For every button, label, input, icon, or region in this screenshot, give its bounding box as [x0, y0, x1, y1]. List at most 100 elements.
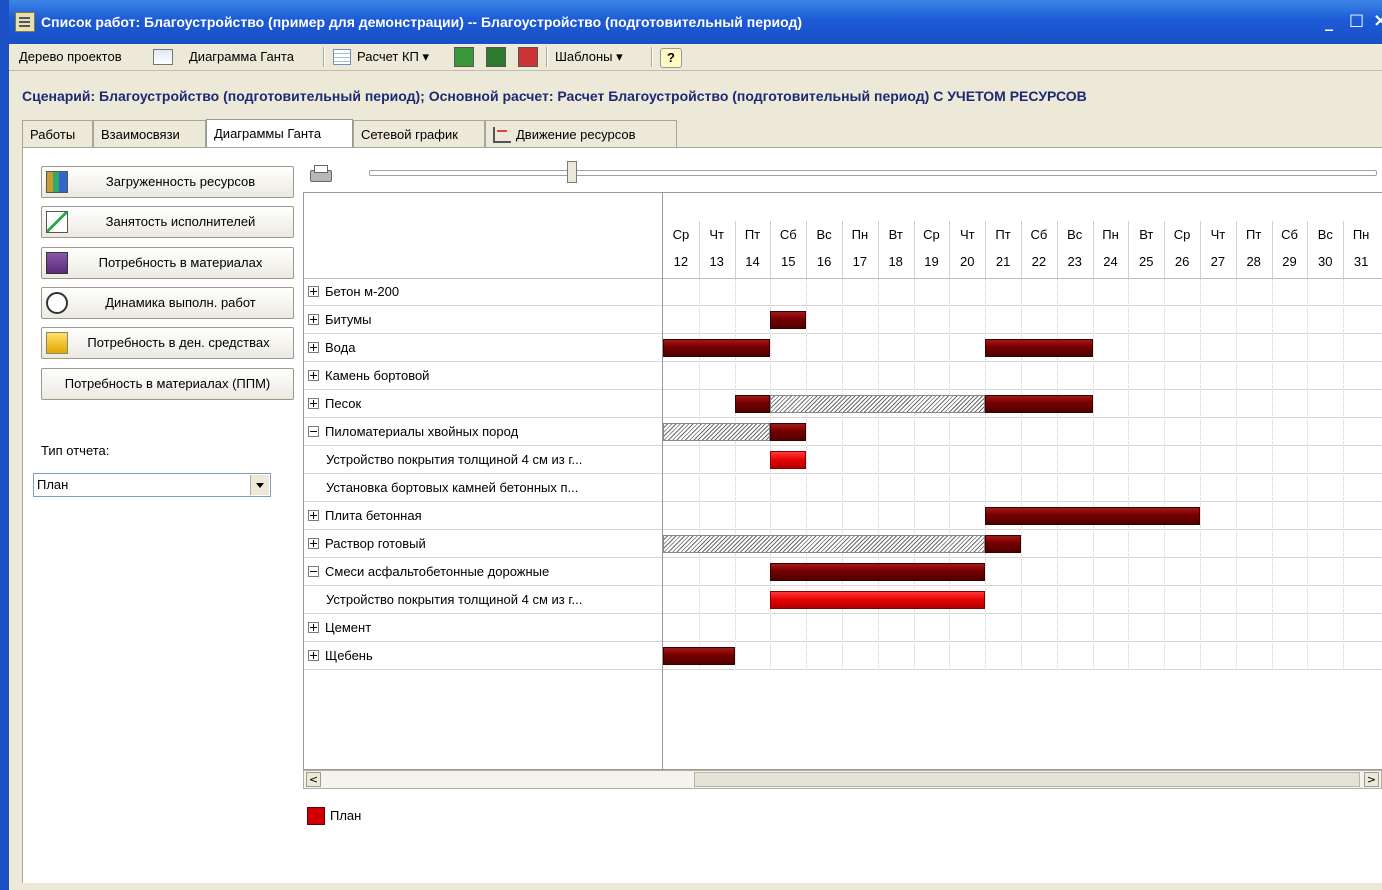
- gauge-icon: [46, 292, 68, 314]
- work-dynamics-button[interactable]: Динамика выполн. работ: [41, 287, 294, 319]
- expand-icon[interactable]: [308, 314, 319, 325]
- expand-icon[interactable]: [308, 342, 319, 353]
- chevron-down-icon[interactable]: [250, 475, 269, 495]
- resource-row-label[interactable]: Смеси асфальтобетонные дорожные: [308, 558, 549, 586]
- gantt-bar-plan[interactable]: [770, 563, 986, 581]
- export-excel-icon[interactable]: [454, 47, 474, 67]
- resource-row-label[interactable]: Пиломатериалы хвойных пород: [308, 418, 518, 446]
- day-of-week-label: Сб: [1281, 227, 1298, 242]
- resource-load-button[interactable]: Загруженность ресурсов: [41, 166, 294, 198]
- grid-day-line: [1164, 278, 1166, 670]
- templates-menu[interactable]: Шаблоны ▾: [555, 47, 623, 67]
- resource-row-label[interactable]: Щебень: [308, 642, 373, 670]
- calc-button[interactable]: Расчет КП ▾: [357, 47, 429, 67]
- collapse-icon[interactable]: [308, 566, 319, 577]
- expand-icon[interactable]: [308, 370, 319, 381]
- header-day-divider: [1056, 221, 1058, 278]
- gantt-bar-plan[interactable]: [734, 395, 771, 413]
- resource-row-label[interactable]: Вода: [308, 334, 355, 362]
- gantt-button[interactable]: Диаграмма Ганта: [189, 47, 294, 67]
- day-number-label: 24: [1103, 254, 1118, 269]
- resource-row-label[interactable]: Устройство покрытия толщиной 4 см из г..…: [326, 446, 582, 474]
- gantt-bar-bright[interactable]: [770, 451, 807, 469]
- help-button[interactable]: ?: [660, 48, 682, 68]
- day-of-week-label: Вс: [1067, 227, 1083, 242]
- project-tree-button[interactable]: Дерево проектов: [19, 47, 122, 67]
- money-icon: [46, 332, 68, 354]
- grid-day-line: [734, 278, 736, 670]
- header-day-divider: [734, 221, 736, 278]
- row-label-text: Раствор готовый: [325, 536, 426, 551]
- performers-load-button[interactable]: Занятость исполнителей: [41, 206, 294, 238]
- resource-row-label[interactable]: Цемент: [308, 614, 371, 642]
- resource-row-label[interactable]: Камень бортовой: [308, 362, 429, 390]
- zoom-slider-track[interactable]: [369, 170, 1377, 176]
- import-excel-icon[interactable]: [486, 47, 506, 67]
- resource-row-label[interactable]: Установка бортовых камней бетонных п...: [326, 474, 578, 502]
- day-of-week-label: Ср: [672, 227, 690, 242]
- expand-icon[interactable]: [308, 650, 319, 661]
- resource-row-label[interactable]: Бетон м-200: [308, 278, 399, 306]
- minimize-button[interactable]: _: [1325, 12, 1333, 31]
- gantt-splitter[interactable]: [662, 193, 663, 769]
- row-label-text: Устройство покрытия толщиной 4 см из г..…: [326, 452, 583, 467]
- zoom-slider-thumb[interactable]: [567, 161, 577, 183]
- toolbar-separator: [323, 47, 325, 67]
- expand-icon[interactable]: [308, 622, 319, 633]
- expand-icon[interactable]: [308, 286, 319, 297]
- tab-works[interactable]: Работы: [22, 120, 93, 147]
- row-label-text: Камень бортовой: [325, 368, 430, 383]
- row-label-text: Щебень: [325, 648, 373, 663]
- resource-row-label[interactable]: Плита бетонная: [308, 502, 422, 530]
- print-icon[interactable]: [308, 164, 332, 184]
- gantt-bar-plan[interactable]: [770, 423, 807, 441]
- expand-icon[interactable]: [308, 538, 319, 549]
- gantt-bar-bright[interactable]: [770, 591, 986, 609]
- expand-icon[interactable]: [308, 398, 319, 409]
- collapse-icon[interactable]: [308, 426, 319, 437]
- grid-day-line: [770, 278, 772, 670]
- tab-network[interactable]: Сетевой график: [353, 120, 485, 147]
- title-bar[interactable]: Список работ: Благоустройство (пример дл…: [9, 0, 1382, 44]
- day-number-label: 31: [1353, 254, 1369, 269]
- gantt-bar-hatch[interactable]: [770, 395, 986, 413]
- row-divider: [304, 305, 1382, 306]
- report-icon[interactable]: [518, 47, 538, 67]
- gantt-horizontal-scrollbar[interactable]: < >: [303, 770, 1382, 789]
- materials-need-button[interactable]: Потребность в материалах: [41, 247, 294, 279]
- report-type-label: Тип отчета:: [41, 443, 110, 458]
- tab-gantt[interactable]: Диаграммы Ганта: [206, 119, 353, 148]
- gantt-bar-plan[interactable]: [663, 647, 735, 665]
- resource-row-label[interactable]: Раствор готовый: [308, 530, 426, 558]
- money-need-button[interactable]: Потребность в ден. средствах: [41, 327, 294, 359]
- tab-resource-movement-label: Движение ресурсов: [516, 127, 636, 142]
- header-day-divider: [913, 221, 915, 278]
- tab-resource-movement[interactable]: Движение ресурсов: [485, 120, 677, 147]
- day-of-week-label: Чт: [1210, 227, 1226, 242]
- gantt-bar-plan[interactable]: [985, 535, 1021, 553]
- gantt-bar-plan[interactable]: [985, 339, 1093, 357]
- close-button[interactable]: ×: [1373, 10, 1382, 31]
- tab-relations[interactable]: Взаимосвязи: [93, 120, 206, 147]
- gantt-bar-hatch[interactable]: [663, 535, 986, 553]
- scroll-thumb[interactable]: [694, 772, 1360, 787]
- gantt-chart: Ср 12 Чт 13 Пт 14 Сб 15 Вс 16 Пн 17 Вт 18 Ср 19 Чт 20 Пт 21…: [303, 192, 1382, 770]
- gantt-bar-plan[interactable]: [770, 311, 807, 329]
- day-number-label: 19: [924, 254, 939, 269]
- day-of-week-label: Ср: [923, 227, 940, 242]
- gantt-bar-hatch[interactable]: [663, 423, 771, 441]
- gantt-bar-plan[interactable]: [985, 395, 1093, 413]
- gantt-bar-plan[interactable]: [985, 507, 1200, 525]
- scroll-left-arrow[interactable]: <: [306, 772, 321, 787]
- gantt-bar-plan[interactable]: [663, 339, 771, 357]
- expand-icon[interactable]: [308, 510, 319, 521]
- header-day-divider: [1128, 221, 1130, 278]
- maximize-button[interactable]: □: [1349, 10, 1364, 29]
- materials-ppm-button[interactable]: Потребность в материалах (ППМ): [41, 368, 294, 400]
- scroll-right-arrow[interactable]: >: [1364, 772, 1379, 787]
- resource-row-label[interactable]: Битумы: [308, 306, 372, 334]
- resource-row-label[interactable]: Устройство покрытия толщиной 4 см из г..…: [326, 586, 582, 614]
- resource-row-label[interactable]: Песок: [308, 390, 361, 418]
- report-type-select[interactable]: План: [33, 473, 271, 497]
- row-label-text: Цемент: [325, 620, 372, 635]
